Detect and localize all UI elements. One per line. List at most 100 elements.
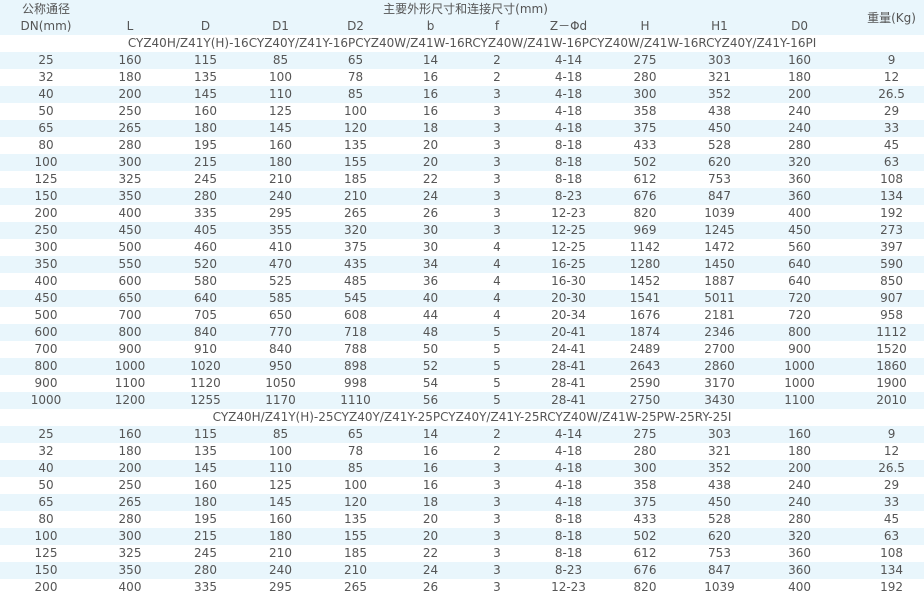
table-cell: 2346	[679, 324, 760, 341]
table-cell: 900	[118, 342, 142, 356]
table-row: 300 500 460 410 375 30 4 12-25 1142 1472 560 397	[0, 239, 924, 256]
table-cell: 5	[468, 324, 526, 341]
table-cell: 358	[633, 104, 657, 118]
table-cell: 352	[679, 86, 760, 103]
table-cell: 375	[344, 240, 367, 254]
table-cell: 753	[708, 546, 731, 560]
table-cell: 180	[243, 528, 318, 545]
table-cell: 160	[194, 104, 217, 118]
table-cell: 898	[318, 358, 393, 375]
table-cell: 280	[788, 138, 811, 152]
table-cell: 3	[493, 172, 501, 186]
table-cell: 192	[880, 580, 904, 594]
table-cell: 54	[422, 376, 439, 390]
table-row: 200 400 335 295 265 26 3 12-23 820 1039 400 192	[0, 579, 924, 596]
table-cell: 180	[168, 494, 243, 511]
table-cell: 160	[92, 426, 168, 443]
table-cell: 25	[0, 426, 92, 443]
table-cell: 1050	[265, 376, 296, 390]
table-cell: 280	[788, 512, 811, 526]
table-cell: 2489	[629, 342, 661, 356]
main-dimensions-title: 主要外形尺寸和连接尺寸(mm)	[92, 0, 840, 18]
table-cell: 65	[318, 426, 393, 443]
table-cell: 26.5	[839, 460, 924, 477]
table-cell: 33	[839, 120, 924, 137]
table-cell: 820	[633, 206, 657, 220]
table-cell: 85	[318, 86, 393, 103]
table-cell: 85	[243, 52, 318, 69]
table-cell: 2	[493, 70, 501, 84]
table-cell: 50	[422, 342, 439, 356]
table-cell: 1039	[704, 206, 735, 220]
table-cell: 160	[760, 52, 840, 69]
table-cell: 180	[168, 120, 243, 137]
table-cell: 1676	[629, 308, 661, 322]
table-cell: 240	[243, 188, 318, 205]
table-row: 150 350 280 240 210 24 3 8-23 676 847 360 134	[0, 562, 924, 579]
table-cell: 80	[38, 512, 54, 526]
table-cell: 4	[493, 240, 501, 254]
table-cell: 355	[243, 222, 318, 239]
table-cell: 650	[92, 290, 168, 307]
table-cell: 4-18	[526, 460, 611, 477]
table-cell: 5	[468, 392, 526, 409]
table-cell: 300	[611, 86, 679, 103]
table-cell: 78	[347, 70, 364, 84]
col-header-D1: D1	[243, 18, 318, 35]
table-cell: 18	[393, 494, 468, 511]
table-cell: 375	[611, 494, 679, 511]
table-cell: 1000	[760, 358, 840, 375]
table-cell: 280	[118, 512, 142, 526]
table-cell: 12-23	[551, 580, 586, 594]
table-cell: 620	[679, 154, 760, 171]
table-cell: 640	[168, 290, 243, 307]
table-cell: 245	[194, 172, 217, 186]
table-cell: 18	[393, 120, 468, 137]
table-cell: 16	[422, 70, 439, 84]
table-cell: 900	[34, 376, 58, 390]
table-cell: 350	[92, 562, 168, 579]
table-cell: 135	[194, 70, 217, 84]
table-cell: 240	[760, 494, 840, 511]
table-cell: 8-18	[526, 528, 611, 545]
table-cell: 120	[318, 494, 393, 511]
table-cell: 34	[393, 256, 468, 273]
table-cell: 847	[679, 188, 760, 205]
table-cell: 438	[708, 478, 731, 492]
table-cell: 250	[118, 478, 142, 492]
table-cell: 320	[760, 528, 840, 545]
table-row: 700 900 910 840 788 50 5 24-41 2489 2700 900 1520	[0, 341, 924, 358]
table-cell: 245	[194, 546, 217, 560]
table-cell: 52	[393, 358, 468, 375]
table-cell: 273	[839, 222, 924, 239]
table-cell: 115	[168, 52, 243, 69]
table-cell: 4-18	[554, 104, 583, 118]
table-cell: 585	[243, 290, 318, 307]
table-cell: 400	[788, 580, 811, 594]
table-cell: 24-41	[551, 342, 586, 356]
table-cell: 410	[269, 240, 292, 254]
table-cell: 5011	[679, 290, 760, 307]
table-cell: 215	[168, 528, 243, 545]
table-cell: 1100	[114, 376, 146, 390]
table-cell: 12-25	[551, 240, 586, 254]
table-cell: 16-30	[551, 274, 586, 288]
table-cell: 3	[493, 546, 501, 560]
table-row: 50 250 160 125 100 16 3 4-18 358 438 240 29	[0, 477, 924, 494]
table-cell: 250	[0, 222, 92, 239]
table-cell: 4-18	[526, 86, 611, 103]
table-cell: 405	[168, 222, 243, 239]
table-cell: 24	[393, 562, 468, 579]
table-cell: 32	[38, 70, 54, 84]
table-cell: 20-34	[551, 308, 586, 322]
table-cell: 820	[633, 580, 657, 594]
table-cell: 3170	[704, 376, 735, 390]
table-cell: 63	[839, 528, 924, 545]
table-cell: 275	[611, 52, 679, 69]
table-cell: 612	[633, 172, 657, 186]
table-cell: 115	[168, 426, 243, 443]
table-cell: 12-23	[551, 206, 586, 220]
table-cell: 185	[344, 546, 367, 560]
table-cell: 26	[422, 580, 439, 594]
table-cell: 240	[760, 120, 840, 137]
